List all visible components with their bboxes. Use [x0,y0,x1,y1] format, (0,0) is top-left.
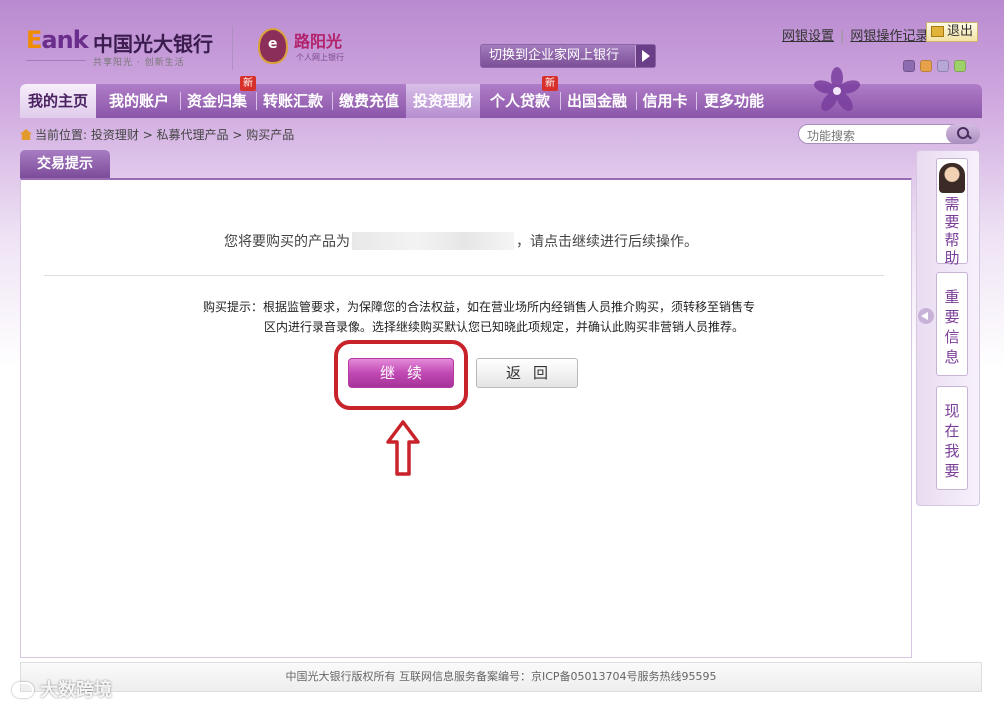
search-icon[interactable] [946,124,980,144]
breadcrumb-prefix: 当前位置: [35,128,88,142]
ebank-records-link[interactable]: 网银操作记录 [850,29,928,44]
back-button[interactable]: 返回 [476,358,578,388]
nav-item-more[interactable]: 更多功能 [698,84,770,118]
switch-enterprise-label: 切换到企业家网上银行 [489,48,620,63]
logo-divider [232,26,233,70]
nav-item-investment[interactable]: 投资理财 [406,84,480,118]
masked-product-name [352,232,514,250]
up-arrow-annotation-icon [386,420,420,476]
notice-text-before: 您将要购买的产品为 [224,234,350,250]
watermark: 大数跨境 [12,676,112,702]
nav-item-payment[interactable]: 缴费充值 [334,84,404,118]
tab-transaction-notice[interactable]: 交易提示 [20,150,110,178]
nav-divider [636,92,637,110]
nav-item-overseas-finance[interactable]: 出国金融 [562,84,632,118]
top-links: 网银设置 | 网银操作记录 [782,29,929,44]
need-help-label: 需要帮助 [944,195,960,267]
nav-item-credit-card[interactable]: 信用卡 [638,84,692,118]
notice-text-after: ，请点击继续进行后续操作。 [516,234,698,250]
nav-item-personal-loan[interactable]: 个人贷款新 [484,76,558,118]
sub-brand-badge-icon: e [258,28,288,64]
skin-swatch-lavender[interactable] [937,60,949,72]
highlight-ring [334,340,468,410]
switch-enterprise-button[interactable]: 切换到企业家网上银行 [480,44,656,68]
watermark-logo-icon [12,682,34,698]
nav-item-home[interactable]: 我的主页 [20,84,96,118]
breadcrumb-path: 投资理财 > 私募代理产品 > 购买产品 [90,128,295,142]
watermark-text: 大数跨境 [40,680,112,701]
search-input[interactable] [807,127,947,145]
skin-swatch-green[interactable] [954,60,966,72]
logo-underline [26,60,86,61]
bank-slogan: 共享阳光 · 创新生活 [93,58,185,68]
ebank-settings-link[interactable]: 网银设置 [782,29,834,44]
service-agent-avatar [939,163,965,193]
nav-divider [696,92,697,110]
important-info-button[interactable]: 重要信息 [936,272,968,376]
purchase-tip-line-1: 购买提示：根据监管要求，为保障您的合法权益，如在营业场所内经销售人员推介购买，须… [203,300,756,314]
nav-divider [256,92,257,110]
new-badge: 新 [542,76,558,91]
need-help-button[interactable]: 需要帮助 [936,158,968,267]
purchase-notice: 您将要购买的产品为 ，请点击继续进行后续操作。 [224,231,698,251]
breadcrumb: 当前位置: 投资理财 > 私募代理产品 > 购买产品 [20,126,294,143]
nav-item-label: 资金归集 [186,92,247,110]
new-badge: 新 [240,76,256,91]
skin-swatch-orange[interactable] [920,60,932,72]
ebank-logo: Eank [26,26,89,54]
nav-divider [180,92,181,110]
footer: 中国光大银行版权所有 互联网信息服务备案编号：京ICP备05013704号服务热… [20,662,982,692]
logout-button[interactable]: 退出 [926,22,978,42]
logout-label: 退出 [947,24,974,39]
purchase-tip-line-2: 区内进行录音录像。选择继续购买默认您已知晓此项规定，并确认此购买非营销人员推荐。 [264,320,745,334]
flower-logo-icon [814,67,860,112]
nav-item-transfer[interactable]: 转账汇款 [258,84,328,118]
skin-swatch-purple[interactable] [903,60,915,72]
sub-brand-caption: 个人网上银行 [296,53,344,62]
sub-brand-name: 路阳光 [294,32,343,51]
nav-divider [560,92,561,110]
play-arrow-icon [635,45,655,67]
want-now-label: 现在我要 [944,402,960,480]
logout-icon [931,26,944,37]
skin-switcher [903,57,971,76]
nav-item-label: 个人贷款 [489,92,550,110]
nav-divider [332,92,333,110]
divider [44,275,884,276]
bank-name: 中国光大银行 [93,32,213,56]
nav-item-fund-collection[interactable]: 资金归集新 [182,76,256,118]
function-search [798,124,980,145]
home-icon [20,129,32,140]
important-info-label: 重要信息 [944,288,960,366]
collapse-arrow-icon[interactable] [918,308,934,324]
nav-item-accounts[interactable]: 我的账户 [104,84,174,118]
want-now-button[interactable]: 现在我要 [936,386,968,490]
